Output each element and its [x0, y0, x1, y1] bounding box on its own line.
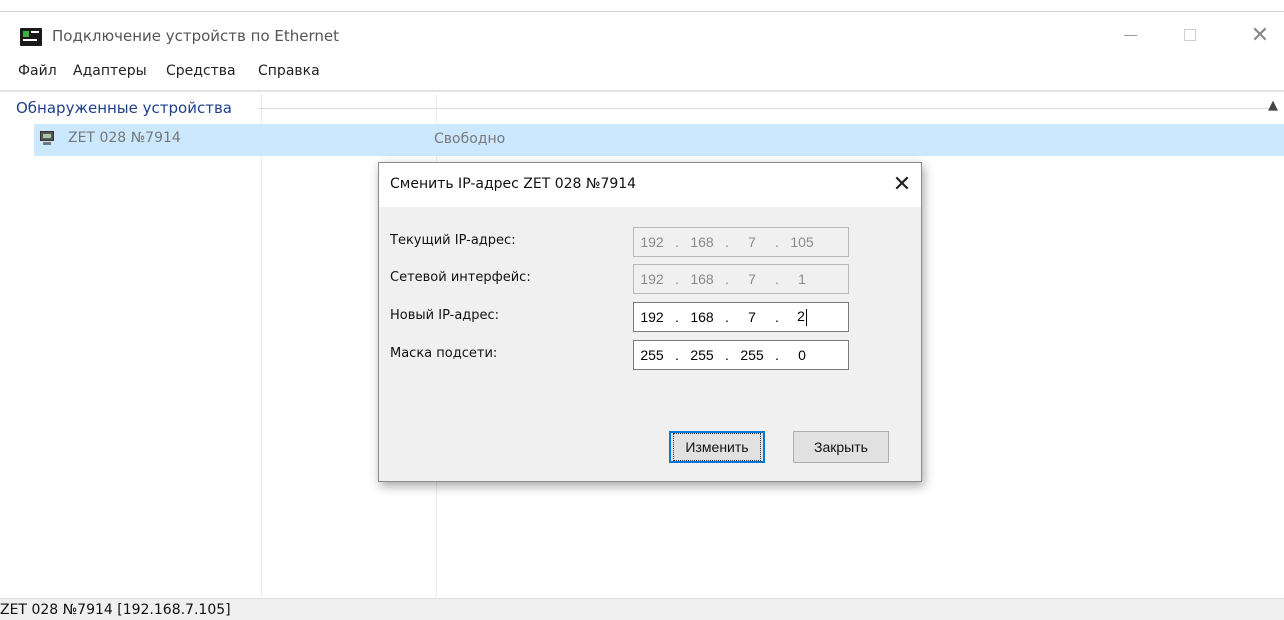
ip-octet[interactable]: 255	[734, 347, 770, 363]
subnet-mask-label: Маска подсети:	[390, 346, 498, 361]
ip-octet[interactable]: 255	[684, 347, 720, 363]
title-bar: Подключение устройств по Ethernet ✕	[0, 12, 1284, 58]
minimize-icon	[1123, 34, 1137, 36]
device-row[interactable]: ZET 028 №7914 Свободно	[34, 124, 1284, 156]
app-icon	[20, 28, 42, 46]
menu-tools[interactable]: Средства	[166, 63, 236, 79]
ip-octet: 105	[790, 234, 814, 250]
device-status: Свободно	[434, 131, 506, 147]
column-divider	[261, 94, 262, 597]
menu-file[interactable]: Файл	[18, 63, 57, 79]
close-icon: ✕	[1250, 22, 1270, 48]
network-device-icon	[39, 131, 55, 146]
group-separator	[258, 108, 1268, 109]
close-window-button[interactable]: ✕	[1240, 20, 1280, 50]
ip-octet[interactable]: 0	[784, 347, 820, 363]
new-ip-label: Новый IP-адрес:	[390, 308, 500, 323]
device-name: ZET 028 №7914	[68, 130, 181, 146]
close-icon: ✕	[892, 171, 912, 197]
maximize-button[interactable]	[1170, 20, 1210, 50]
change-ip-dialog: Сменить IP-адрес ZET 028 №7914 ✕ Текущий…	[378, 162, 922, 482]
current-ip-label: Текущий IP-адрес:	[390, 233, 516, 248]
chevron-up-icon[interactable]: ▲	[1268, 98, 1278, 113]
network-interface-label: Сетевой интерфейс:	[390, 270, 531, 285]
ip-octet: 192	[640, 234, 664, 250]
ip-octet: 1	[798, 271, 806, 287]
menu-divider	[0, 90, 1284, 92]
text-caret	[805, 308, 807, 326]
subnet-mask-field[interactable]: 255. 255. 255. 0	[633, 340, 849, 370]
group-title: Обнаруженные устройства	[16, 99, 232, 117]
ip-octet: 7	[748, 271, 756, 287]
status-bar: ZET 028 №7914 [192.168.7.105]	[0, 598, 1284, 620]
ip-octet: 168	[690, 234, 714, 250]
ip-octet[interactable]: 192	[634, 309, 670, 325]
close-button[interactable]: Закрыть	[793, 431, 889, 463]
dialog-title-bar: Сменить IP-адрес ZET 028 №7914 ✕	[379, 163, 921, 207]
ip-octet[interactable]: 7	[734, 309, 770, 325]
menu-help[interactable]: Справка	[258, 63, 320, 79]
ip-octet: 192	[640, 271, 664, 287]
window-title: Подключение устройств по Ethernet	[52, 27, 340, 45]
dialog-title: Сменить IP-адрес ZET 028 №7914	[390, 176, 637, 192]
ip-octet[interactable]: 255	[634, 347, 670, 363]
ip-octet[interactable]: 168	[684, 309, 720, 325]
current-ip-field: 192. 168. 7. 105	[633, 227, 849, 257]
menu-bar: Файл Адаптеры Средства Справка	[0, 58, 1284, 88]
new-ip-field[interactable]: 192. 168. 7. 2	[633, 302, 849, 332]
ip-octet-focused[interactable]: 2	[784, 308, 820, 326]
ip-octet: 168	[690, 271, 714, 287]
network-interface-field: 192. 168. 7. 1	[633, 264, 849, 294]
maximize-icon	[1184, 29, 1196, 41]
ip-octet: 7	[748, 234, 756, 250]
change-button[interactable]: Изменить	[669, 431, 765, 463]
group-header[interactable]: Обнаруженные устройства ▲	[10, 96, 1284, 120]
minimize-button[interactable]	[1110, 20, 1150, 50]
change-button-label: Изменить	[673, 433, 761, 461]
status-text: ZET 028 №7914 [192.168.7.105]	[0, 602, 231, 618]
dialog-close-button[interactable]: ✕	[885, 169, 919, 199]
menu-adapters[interactable]: Адаптеры	[73, 63, 147, 79]
